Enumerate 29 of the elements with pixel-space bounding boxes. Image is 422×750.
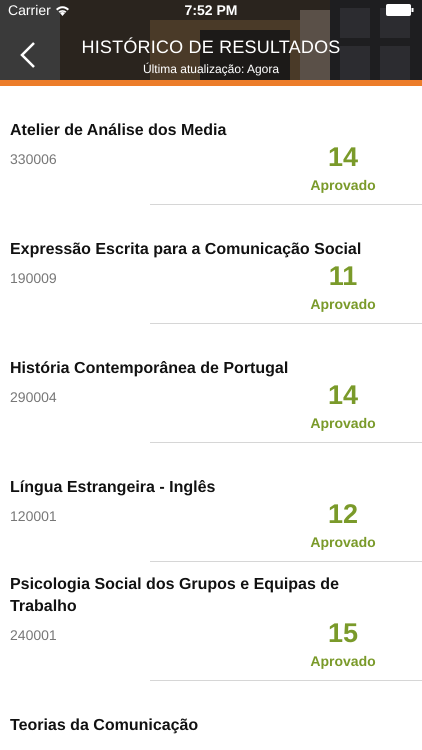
result-status: Aprovado [310,295,376,314]
carrier-name: Carrier [8,2,51,18]
page-title: HISTÓRICO DE RESULTADOS [82,36,340,58]
course-title: Língua Estrangeira - Inglês [10,478,216,498]
course-code: 190009 [10,269,57,288]
grade-value: 15 [328,618,358,648]
course-code: 120001 [10,507,57,526]
course-title: História Contemporânea de Portugal [10,359,290,379]
course-code: 330006 [10,150,57,169]
wifi-icon [54,4,70,16]
course-code: 240001 [10,626,57,645]
last-update-text: Última atualização: Agora [142,61,280,77]
grade-value: 12 [328,499,358,529]
result-status: Aprovado [310,533,376,552]
course-title: Atelier de Análise dos Media [10,121,228,141]
course-title: Teorias da Comunicação [10,716,200,736]
course-code: 290004 [10,388,57,407]
grade-value: 14 [328,142,358,172]
grade-value: 11 [328,261,358,291]
status-time: 7:52 PM [184,2,238,18]
back-button[interactable] [20,41,36,69]
course-title: Expressão Escrita para a Comunicação Social [10,240,362,260]
result-status: Aprovado [310,414,376,433]
result-status: Aprovado [310,176,376,195]
grade-value: 14 [328,380,358,410]
back-icon [20,41,36,69]
course-title: Psicologia Social dos Grupos e Equipas de Trabalho [10,575,340,617]
result-status: Aprovado [310,652,376,671]
battery-icon [386,4,414,16]
